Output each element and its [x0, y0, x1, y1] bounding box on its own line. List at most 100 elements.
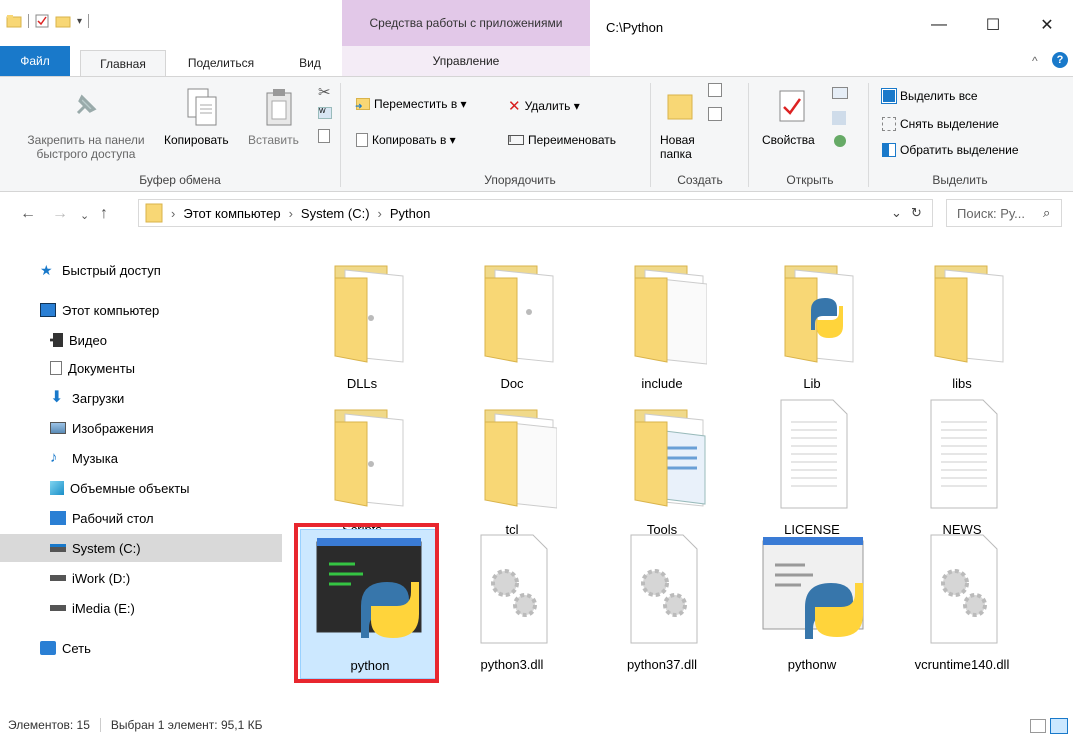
address-bar[interactable]: › Этот компьютер › System (C:) › Python …	[138, 199, 933, 227]
nav-label: Быстрый доступ	[62, 262, 161, 278]
tab-home[interactable]: Главная	[80, 50, 166, 76]
qat-dropdown-icon[interactable]: ▾	[77, 16, 82, 27]
properties-icon[interactable]	[35, 14, 49, 28]
clipboard-group-label: Буфер обмена	[139, 173, 221, 187]
tab-share[interactable]: Поделиться	[176, 50, 266, 76]
maximize-button[interactable]: ☐	[970, 10, 1016, 40]
file-item-scripts[interactable]: Scripts	[293, 394, 431, 544]
delete-button[interactable]: ✕ Удалить ▾	[508, 97, 580, 115]
nav-imedia-e[interactable]: iMedia (E:)	[0, 594, 282, 622]
rename-label: Переименовать	[528, 133, 616, 147]
select-all-button[interactable]: Выделить все	[881, 88, 978, 104]
nav-documents[interactable]: Документы	[0, 354, 282, 382]
search-input[interactable]: Поиск: Ру...	[957, 206, 1025, 221]
easy-access-icon[interactable]	[708, 107, 722, 121]
close-button[interactable]: ✕	[1024, 10, 1070, 40]
folder-icon	[484, 409, 557, 509]
details-view-icon[interactable]	[1030, 719, 1046, 733]
file-item-libs[interactable]: libs	[893, 248, 1031, 398]
document-icon	[50, 361, 62, 375]
copy-path-icon[interactable]: W	[318, 107, 332, 119]
file-item-lib[interactable]: Lib	[743, 248, 881, 398]
open-icon[interactable]	[832, 87, 848, 99]
download-icon: ⬇	[50, 389, 64, 406]
tab-file[interactable]: Файл	[0, 46, 70, 76]
cut-icon[interactable]: ✂	[318, 83, 331, 101]
copy-button[interactable]: Копировать	[164, 133, 229, 147]
file-item-tools[interactable]: Tools	[593, 394, 731, 544]
invert-selection-button[interactable]: Обратить выделение	[882, 143, 1019, 157]
new-folder-icon[interactable]	[55, 14, 71, 28]
select-none-button[interactable]: Снять выделение	[882, 117, 999, 131]
file-item-license[interactable]: LICENSE	[743, 394, 881, 544]
nav-desktop[interactable]: Рабочий стол	[0, 504, 282, 532]
file-item-doc[interactable]: Doc	[443, 248, 581, 398]
pin-label-line1: Закрепить на панели	[27, 133, 145, 147]
folder-python-icon	[784, 265, 854, 363]
nav-video[interactable]: Видео	[0, 326, 282, 354]
file-item-pythonw[interactable]: pythonw	[743, 529, 881, 679]
file-item-dlls[interactable]: DLLs	[293, 248, 431, 398]
paste-button[interactable]: Вставить	[248, 133, 299, 147]
new-folder-button[interactable]: Новая папка	[660, 133, 700, 161]
forward-arrow-icon[interactable]: →	[52, 205, 68, 223]
search-box[interactable]: Поиск: Ру... ⌕	[946, 199, 1062, 227]
folder-icon	[334, 265, 404, 363]
recent-dropdown-icon[interactable]: ⌄	[80, 209, 89, 222]
nav-quick-access[interactable]: ★ Быстрый доступ	[0, 256, 282, 284]
nav-downloads[interactable]: ⬇ Загрузки	[0, 384, 282, 412]
collapse-ribbon-icon[interactable]: ^	[1032, 54, 1038, 68]
history-icon[interactable]	[834, 135, 846, 147]
tab-view[interactable]: Вид	[290, 50, 330, 76]
select-all-label: Выделить все	[900, 89, 978, 103]
file-label: include	[641, 376, 683, 391]
file-item-news[interactable]: NEWS	[893, 394, 1031, 544]
nav-pictures[interactable]: Изображения	[0, 414, 282, 442]
nav-this-pc[interactable]: Этот компьютер	[0, 296, 282, 324]
nav-iwork-d[interactable]: iWork (D:)	[0, 564, 282, 592]
refresh-icon[interactable]: ↻	[911, 205, 922, 221]
folder-icon[interactable]	[6, 14, 22, 28]
text-file-icon	[930, 399, 998, 509]
select-none-icon	[882, 117, 896, 131]
file-item-python[interactable]: python	[300, 529, 438, 679]
copy-to-label: Копировать в ▾	[372, 133, 456, 147]
nav-music[interactable]: ♪ Музыка	[0, 444, 282, 472]
file-item-vcruntime-dll[interactable]: vcruntime140.dll	[893, 529, 1031, 679]
minimize-button[interactable]: —	[916, 10, 962, 40]
copy-to-button[interactable]: Копировать в ▾	[356, 133, 456, 147]
nav-system-c[interactable]: System (C:)	[0, 534, 282, 562]
nav-label: Объемные объекты	[70, 480, 190, 496]
nav-network[interactable]: Сеть	[0, 634, 282, 662]
dll-file-icon	[480, 534, 548, 644]
pin-quick-access-button[interactable]: Закрепить на панели быстрого доступа	[6, 133, 166, 161]
pin-label-line2: быстрого доступа	[36, 147, 136, 161]
pin-icon	[76, 94, 97, 115]
large-icons-view-icon[interactable]	[1050, 718, 1068, 734]
breadcrumb-system-c[interactable]: System (C:)	[301, 206, 370, 221]
desktop-icon	[50, 511, 66, 525]
edit-icon[interactable]	[832, 111, 846, 125]
nav-label: System (C:)	[72, 540, 141, 556]
tab-manage[interactable]: Управление	[342, 46, 590, 76]
move-to-button[interactable]: ➜ Переместить в ▾	[355, 97, 467, 111]
properties-button[interactable]: Свойства	[762, 133, 815, 147]
file-item-tcl[interactable]: tcl	[443, 394, 581, 544]
up-arrow-icon[interactable]: ↑	[100, 205, 108, 223]
file-item-python3-dll[interactable]: python3.dll	[443, 529, 581, 679]
breadcrumb-python[interactable]: Python	[390, 206, 430, 221]
nav-3d-objects[interactable]: Объемные объекты	[0, 474, 282, 502]
breadcrumb-separator: ›	[288, 205, 293, 221]
new-item-icon[interactable]	[708, 83, 722, 97]
help-icon[interactable]: ?	[1052, 52, 1068, 68]
rename-button[interactable]: I Переименовать	[508, 133, 616, 147]
folder-icon	[484, 265, 554, 363]
new-folder-line2: папка	[660, 147, 692, 161]
back-arrow-icon[interactable]: ←	[20, 205, 36, 223]
breadcrumb-this-pc[interactable]: Этот компьютер	[183, 206, 280, 221]
python-exe-icon	[316, 538, 422, 638]
paste-shortcut-icon[interactable]	[318, 129, 330, 143]
address-dropdown-icon[interactable]: ⌄	[891, 205, 902, 221]
file-item-python37-dll[interactable]: python37.dll	[593, 529, 731, 679]
file-item-include[interactable]: include	[593, 248, 731, 398]
